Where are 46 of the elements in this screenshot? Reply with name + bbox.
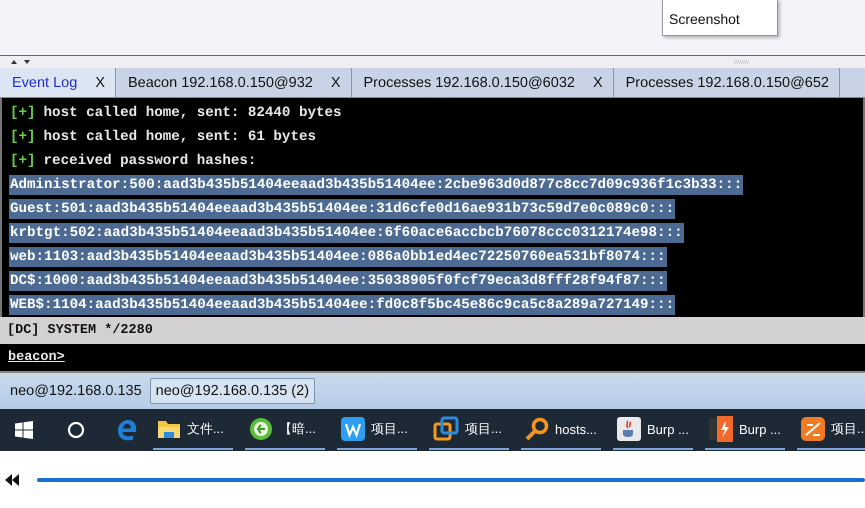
collapse-arrows-icon[interactable]: [10, 59, 32, 65]
console-line: [+] host called home, sent: 82440 bytes: [9, 104, 343, 123]
app-label: Burp ...: [739, 422, 781, 436]
session-tab[interactable]: neo@192.168.0.135: [4, 378, 148, 404]
coffee-cup-icon: [617, 417, 641, 441]
close-button[interactable]: X: [330, 74, 341, 90]
taskbar-button[interactable]: 文件...: [153, 410, 233, 450]
browser-e-icon[interactable]: [115, 418, 139, 442]
taskbar-button[interactable]: hosts...: [521, 410, 601, 450]
taskbar-button[interactable]: Burp ...: [705, 410, 785, 450]
globe-icon: [249, 417, 273, 441]
console-line: [+] received password hashes:: [9, 152, 258, 171]
app-label: 项目...: [831, 420, 865, 438]
app-label: Burp ...: [647, 422, 689, 436]
pdf-icon: [801, 417, 825, 441]
app-label: 【暗...: [279, 420, 316, 438]
tab[interactable]: Processes 192.168.0.150@652: [614, 68, 840, 97]
tab[interactable]: Event Log X: [0, 68, 116, 97]
status-text: [DC] SYSTEM */2280: [7, 323, 153, 338]
tab[interactable]: Processes 192.168.0.150@6032 X: [352, 68, 614, 97]
tab[interactable]: Beacon 192.168.0.150@932 X: [116, 68, 352, 97]
app-label: hosts...: [555, 422, 597, 436]
taskbar-button[interactable]: Burp ...: [613, 410, 693, 450]
rewind-icon[interactable]: [5, 474, 19, 486]
menu-item[interactable]: Screenshot: [663, 11, 740, 35]
taskbar-button[interactable]: 项目...: [797, 410, 865, 450]
session-tab[interactable]: neo@192.168.0.135 (2): [150, 378, 316, 404]
console-line: [+] host called home, sent: 61 bytes: [9, 128, 317, 147]
close-button[interactable]: X: [592, 74, 603, 90]
seek-bar[interactable]: [37, 478, 865, 482]
close-button[interactable]: X: [95, 74, 105, 90]
taskbar-button[interactable]: 项目...: [429, 410, 509, 450]
lightning-icon: [709, 416, 733, 442]
taskbar-button[interactable]: 项目...: [337, 410, 417, 450]
taskbar-button[interactable]: 【暗...: [245, 410, 325, 450]
grip-icon[interactable]: [733, 60, 751, 64]
windows-logo-icon[interactable]: [15, 421, 33, 439]
magnifier-icon: [525, 417, 549, 441]
app-label: 文件...: [187, 420, 224, 438]
folder-icon: [157, 418, 181, 440]
app-label: 项目...: [371, 420, 408, 438]
circle-icon[interactable]: [67, 421, 85, 439]
app-label: 项目...: [465, 420, 502, 438]
command-prompt[interactable]: beacon>: [8, 350, 65, 365]
w-app-icon: [341, 417, 365, 441]
overlapping-squares-icon: [433, 416, 459, 442]
